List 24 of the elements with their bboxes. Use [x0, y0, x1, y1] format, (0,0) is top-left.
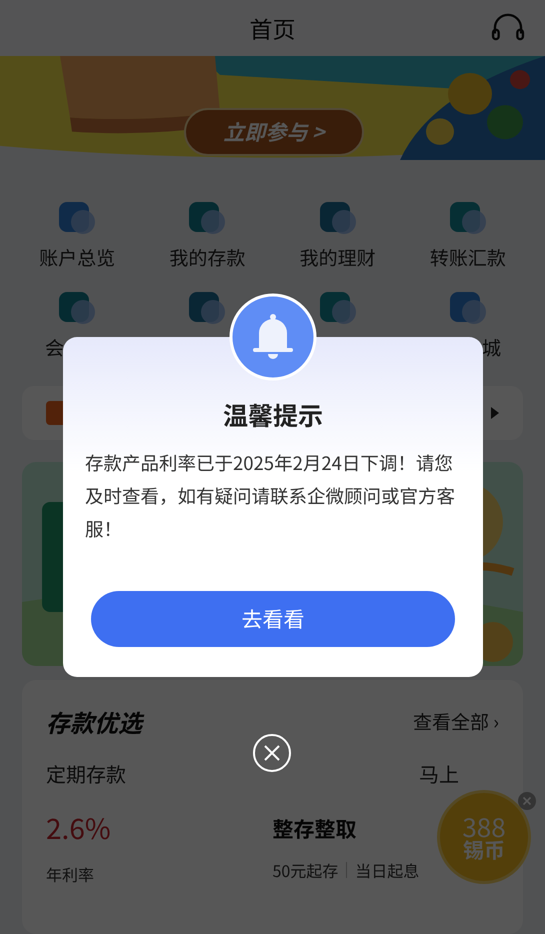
headset-icon[interactable] [491, 13, 525, 41]
action-link[interactable]: 马上 [419, 759, 459, 788]
page-title: 首页 [250, 11, 296, 45]
join-button[interactable]: 立即参与 > [184, 108, 364, 156]
product-category: 定期存款 [46, 759, 126, 788]
view-button[interactable]: 去看看 [91, 591, 455, 647]
close-icon[interactable] [252, 733, 292, 773]
product-terms: 50元起存 [272, 858, 338, 882]
shortcut-label[interactable]: 我的理财 [300, 244, 376, 272]
product-name: 整存整取 [272, 814, 356, 844]
dialog-title: 温馨提示 [222, 397, 323, 433]
product-terms: 当日起息 [355, 858, 420, 882]
shortcut-label[interactable]: 账户总览 [39, 244, 116, 272]
section-title: 存款优选 [46, 704, 142, 739]
shortcut-label[interactable]: 会 [45, 334, 64, 362]
interest-rate: 2.6% [46, 808, 111, 848]
shortcut-label[interactable]: 城 [482, 334, 501, 362]
bell-icon [229, 293, 317, 381]
rate-label: 年利率 [46, 862, 94, 886]
shortcut-label[interactable]: 我的存款 [169, 244, 246, 272]
arrow-icon [491, 407, 499, 419]
shortcut-label[interactable]: 转账汇款 [430, 244, 506, 272]
view-all-link[interactable]: 查看全部 › [413, 708, 499, 735]
dialog-message: 存款产品利率已于2025年2月24日下调！请您及时查看，如有疑问请联系企微顾问或官方客服！ [85, 449, 456, 544]
